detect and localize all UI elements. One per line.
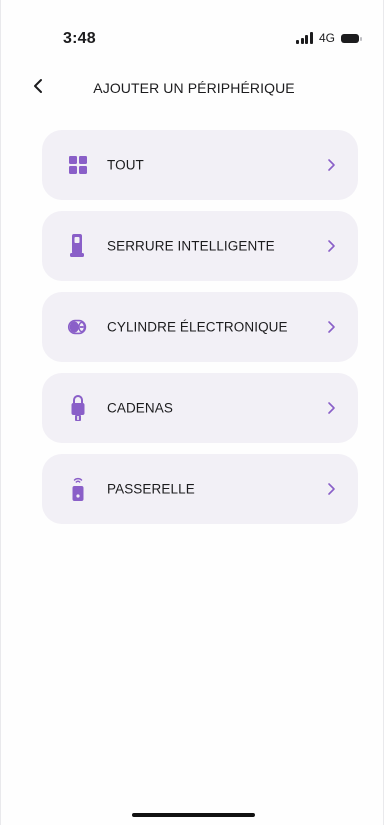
category-label: TOUT [107, 157, 144, 173]
screen: 3:48 4G AJOUTER UN PÉRIPHÉRIQUE TOUT SER… [0, 0, 384, 825]
category-label: PASSERELLE [107, 481, 195, 497]
chevron-right-icon [328, 240, 335, 252]
gateway-icon [66, 477, 90, 501]
category-padlock[interactable]: CADENAS [42, 373, 358, 443]
chevron-right-icon [328, 159, 335, 171]
chevron-right-icon [328, 402, 335, 414]
category-gateway[interactable]: PASSERELLE [42, 454, 358, 524]
status-time: 3:48 [63, 30, 96, 47]
battery-icon [341, 33, 362, 43]
cylinder-icon [66, 315, 90, 339]
smart-lock-icon [66, 234, 90, 258]
category-cylinder[interactable]: CYLINDRE ÉLECTRONIQUE [42, 292, 358, 362]
category-label: CYLINDRE ÉLECTRONIQUE [107, 319, 288, 335]
home-indicator[interactable] [132, 813, 255, 817]
padlock-icon [66, 395, 90, 421]
category-label: CADENAS [107, 400, 173, 416]
network-type: 4G [318, 31, 335, 45]
grid-icon [66, 153, 90, 177]
device-category-list: TOUT SERRURE INTELLIGENTE CYLINDRE ÉLECT… [42, 130, 358, 535]
category-smart-lock[interactable]: SERRURE INTELLIGENTE [42, 211, 358, 281]
chevron-right-icon [328, 483, 335, 495]
chevron-right-icon [328, 321, 335, 333]
category-label: SERRURE INTELLIGENTE [107, 238, 275, 254]
signal-icon [296, 32, 313, 44]
header: AJOUTER UN PÉRIPHÉRIQUE [1, 70, 383, 106]
page-title: AJOUTER UN PÉRIPHÉRIQUE [93, 80, 295, 96]
status-bar: 3:48 4G [1, 0, 383, 60]
category-all[interactable]: TOUT [42, 130, 358, 200]
status-indicators: 4G [296, 31, 362, 45]
